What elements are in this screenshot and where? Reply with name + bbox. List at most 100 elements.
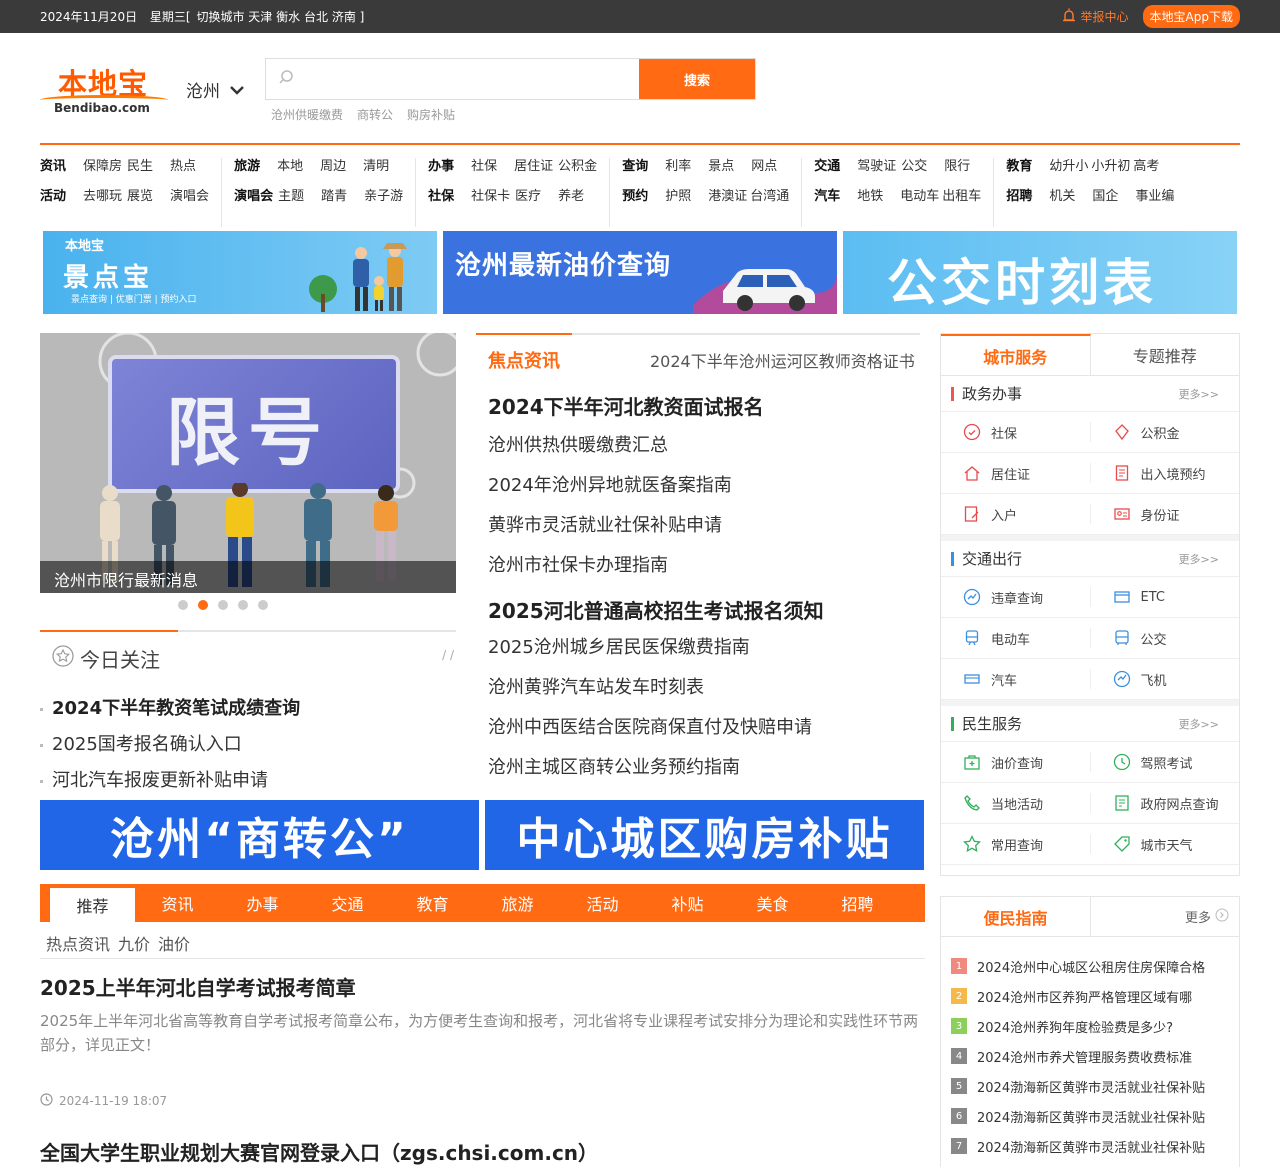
- report-center-link[interactable]: 举报中心: [1062, 8, 1129, 25]
- service-flight[interactable]: 飞机: [1091, 659, 1240, 699]
- nav-link[interactable]: 汽车: [814, 188, 840, 206]
- service-housing-fund[interactable]: 公积金: [1091, 412, 1240, 452]
- today-pager[interactable]: / /: [442, 648, 454, 662]
- news-ticker[interactable]: 2024下半年沧州运河区教师资格证书: [650, 348, 915, 372]
- nav-link[interactable]: 民生: [127, 158, 153, 176]
- service-car[interactable]: 汽车: [941, 669, 1091, 689]
- tab-traffic[interactable]: 交通: [305, 884, 390, 922]
- app-download-button[interactable]: 本地宝App下载: [1142, 5, 1240, 28]
- nav-link[interactable]: 展览: [127, 188, 153, 206]
- service-violation-query[interactable]: 违章查询: [941, 587, 1091, 607]
- nav-link[interactable]: 演唱会: [234, 188, 273, 206]
- tab-jobs[interactable]: 招聘: [815, 884, 900, 922]
- service-ebike[interactable]: 电动车: [941, 628, 1091, 648]
- article-card[interactable]: 2025上半年河北自学考试报考简章 2025年上半年河北省高等教育自学考试报考简…: [40, 975, 920, 1109]
- service-gov-outlets[interactable]: 政府网点查询: [1091, 783, 1240, 823]
- list-item[interactable]: 河北汽车报废更新补贴申请: [40, 763, 456, 799]
- nav-link[interactable]: 社保: [471, 158, 497, 176]
- nav-link[interactable]: 旅游: [234, 158, 260, 176]
- nav-link[interactable]: 去哪玩: [83, 188, 122, 206]
- nav-link[interactable]: 周边: [320, 158, 346, 176]
- tab-topics[interactable]: 专题推荐: [1091, 334, 1240, 375]
- service-exit-entry[interactable]: 出入境预约: [1091, 453, 1240, 493]
- news-link[interactable]: 沧州供热供暖缴费汇总: [476, 435, 920, 457]
- nav-link[interactable]: 利率: [665, 158, 691, 176]
- news-link[interactable]: 沧州主城区商转公业务预约指南: [476, 757, 920, 779]
- service-etc[interactable]: ETC: [1091, 577, 1240, 617]
- city-link-jinan[interactable]: 济南: [332, 10, 356, 24]
- nav-link[interactable]: 公交: [901, 158, 927, 176]
- headline-link[interactable]: 2025河北普通高校招生考试报名须知: [476, 599, 920, 623]
- nav-link[interactable]: 本地: [277, 158, 303, 176]
- carousel-dot-active[interactable]: [198, 600, 208, 610]
- headline-link[interactable]: 2024下半年河北教资面试报名: [476, 395, 920, 419]
- carousel-dot[interactable]: [258, 600, 268, 610]
- list-item[interactable]: 2025国考报名确认入口: [40, 727, 456, 763]
- list-item[interactable]: 2024下半年教资笔试成绩查询: [40, 691, 456, 727]
- guide-item[interactable]: 7 2024渤海新区黄骅市灵活就业社保补贴: [951, 1131, 1239, 1161]
- guide-item[interactable]: 1 2024沧州中心城区公租房住房保障合格: [951, 951, 1239, 981]
- nav-link[interactable]: 公积金: [558, 158, 597, 176]
- nav-link[interactable]: 办事: [428, 158, 454, 176]
- nav-link[interactable]: 清明: [363, 158, 389, 176]
- search-button[interactable]: 搜索: [639, 59, 755, 99]
- city-link-taipei[interactable]: 台北: [304, 10, 328, 24]
- service-household[interactable]: 入户: [941, 504, 1091, 524]
- nav-link[interactable]: 限行: [944, 158, 970, 176]
- service-oil-query[interactable]: 油价查询: [941, 752, 1091, 772]
- guide-title[interactable]: 便民指南: [941, 897, 1091, 936]
- nav-link[interactable]: 活动: [40, 188, 66, 206]
- nav-link[interactable]: 国企: [1092, 188, 1118, 206]
- service-id-card[interactable]: 身份证: [1091, 494, 1240, 534]
- nav-link[interactable]: 高考: [1133, 158, 1159, 176]
- service-common-query[interactable]: 常用查询: [941, 834, 1091, 854]
- service-driving-exam[interactable]: 驾照考试: [1091, 742, 1240, 782]
- tab-travel[interactable]: 旅游: [475, 884, 560, 922]
- search-input[interactable]: [302, 60, 639, 98]
- nav-link[interactable]: 出租车: [942, 188, 981, 206]
- news-link[interactable]: 2024年沧州异地就医备案指南: [476, 475, 920, 497]
- nav-link[interactable]: 养老: [558, 188, 584, 206]
- city-selector[interactable]: 沧州: [186, 77, 244, 102]
- nav-link[interactable]: 护照: [665, 188, 691, 206]
- carousel-dot[interactable]: [218, 600, 228, 610]
- nav-link[interactable]: 机关: [1049, 188, 1075, 206]
- tab-food[interactable]: 美食: [730, 884, 815, 922]
- subtab-hot-news[interactable]: 热点资讯: [46, 931, 110, 955]
- more-link[interactable]: 更多>>: [1179, 716, 1219, 732]
- service-weather[interactable]: 城市天气: [1091, 824, 1240, 864]
- hot-word-loan[interactable]: 商转公: [357, 106, 393, 123]
- tab-education[interactable]: 教育: [390, 884, 475, 922]
- nav-link[interactable]: 教育: [1006, 158, 1032, 176]
- tab-news[interactable]: 资讯: [135, 884, 220, 922]
- tab-subsidy[interactable]: 补贴: [645, 884, 730, 922]
- nav-link[interactable]: 招聘: [1006, 188, 1032, 206]
- news-link[interactable]: 2025沧州城乡居民医保缴费指南: [476, 637, 920, 659]
- news-link[interactable]: 黄骅市灵活就业社保补贴申请: [476, 515, 920, 537]
- nav-link[interactable]: 网点: [751, 158, 777, 176]
- tab-city-service[interactable]: 城市服务: [941, 334, 1091, 375]
- nav-link[interactable]: 保障房: [83, 158, 122, 176]
- nav-link[interactable]: 电动车: [900, 188, 939, 206]
- nav-link[interactable]: 资讯: [40, 158, 66, 176]
- guide-item[interactable]: 3 2024沧州养狗年度检验费是多少?: [951, 1011, 1239, 1041]
- image-carousel[interactable]: 限号 沧州市限行最新消息: [40, 333, 456, 593]
- nav-link[interactable]: 踏青: [321, 188, 347, 206]
- carousel-dot[interactable]: [178, 600, 188, 610]
- service-bus[interactable]: 公交: [1091, 618, 1240, 658]
- tab-recommend[interactable]: 推荐: [50, 888, 135, 922]
- service-social-security[interactable]: 社保: [941, 422, 1091, 442]
- nav-link[interactable]: 演唱会: [170, 188, 209, 206]
- subtab-oil-price[interactable]: 油价: [158, 931, 190, 955]
- nav-link[interactable]: 医疗: [515, 188, 541, 206]
- nav-link[interactable]: 社保: [428, 188, 454, 206]
- nav-link[interactable]: 交通: [814, 158, 840, 176]
- nav-link[interactable]: 驾驶证: [857, 158, 896, 176]
- guide-more-link[interactable]: 更多: [1091, 897, 1239, 936]
- banner-loan-transfer[interactable]: 沧州“商转公”: [40, 800, 479, 870]
- nav-link[interactable]: 小升初: [1091, 158, 1130, 176]
- nav-link[interactable]: 港澳证: [708, 188, 747, 206]
- service-residence-permit[interactable]: 居住证: [941, 463, 1091, 483]
- city-link-tianjin[interactable]: 天津: [248, 10, 272, 24]
- guide-item[interactable]: 2 2024沧州市区养狗严格管理区域有哪: [951, 981, 1239, 1011]
